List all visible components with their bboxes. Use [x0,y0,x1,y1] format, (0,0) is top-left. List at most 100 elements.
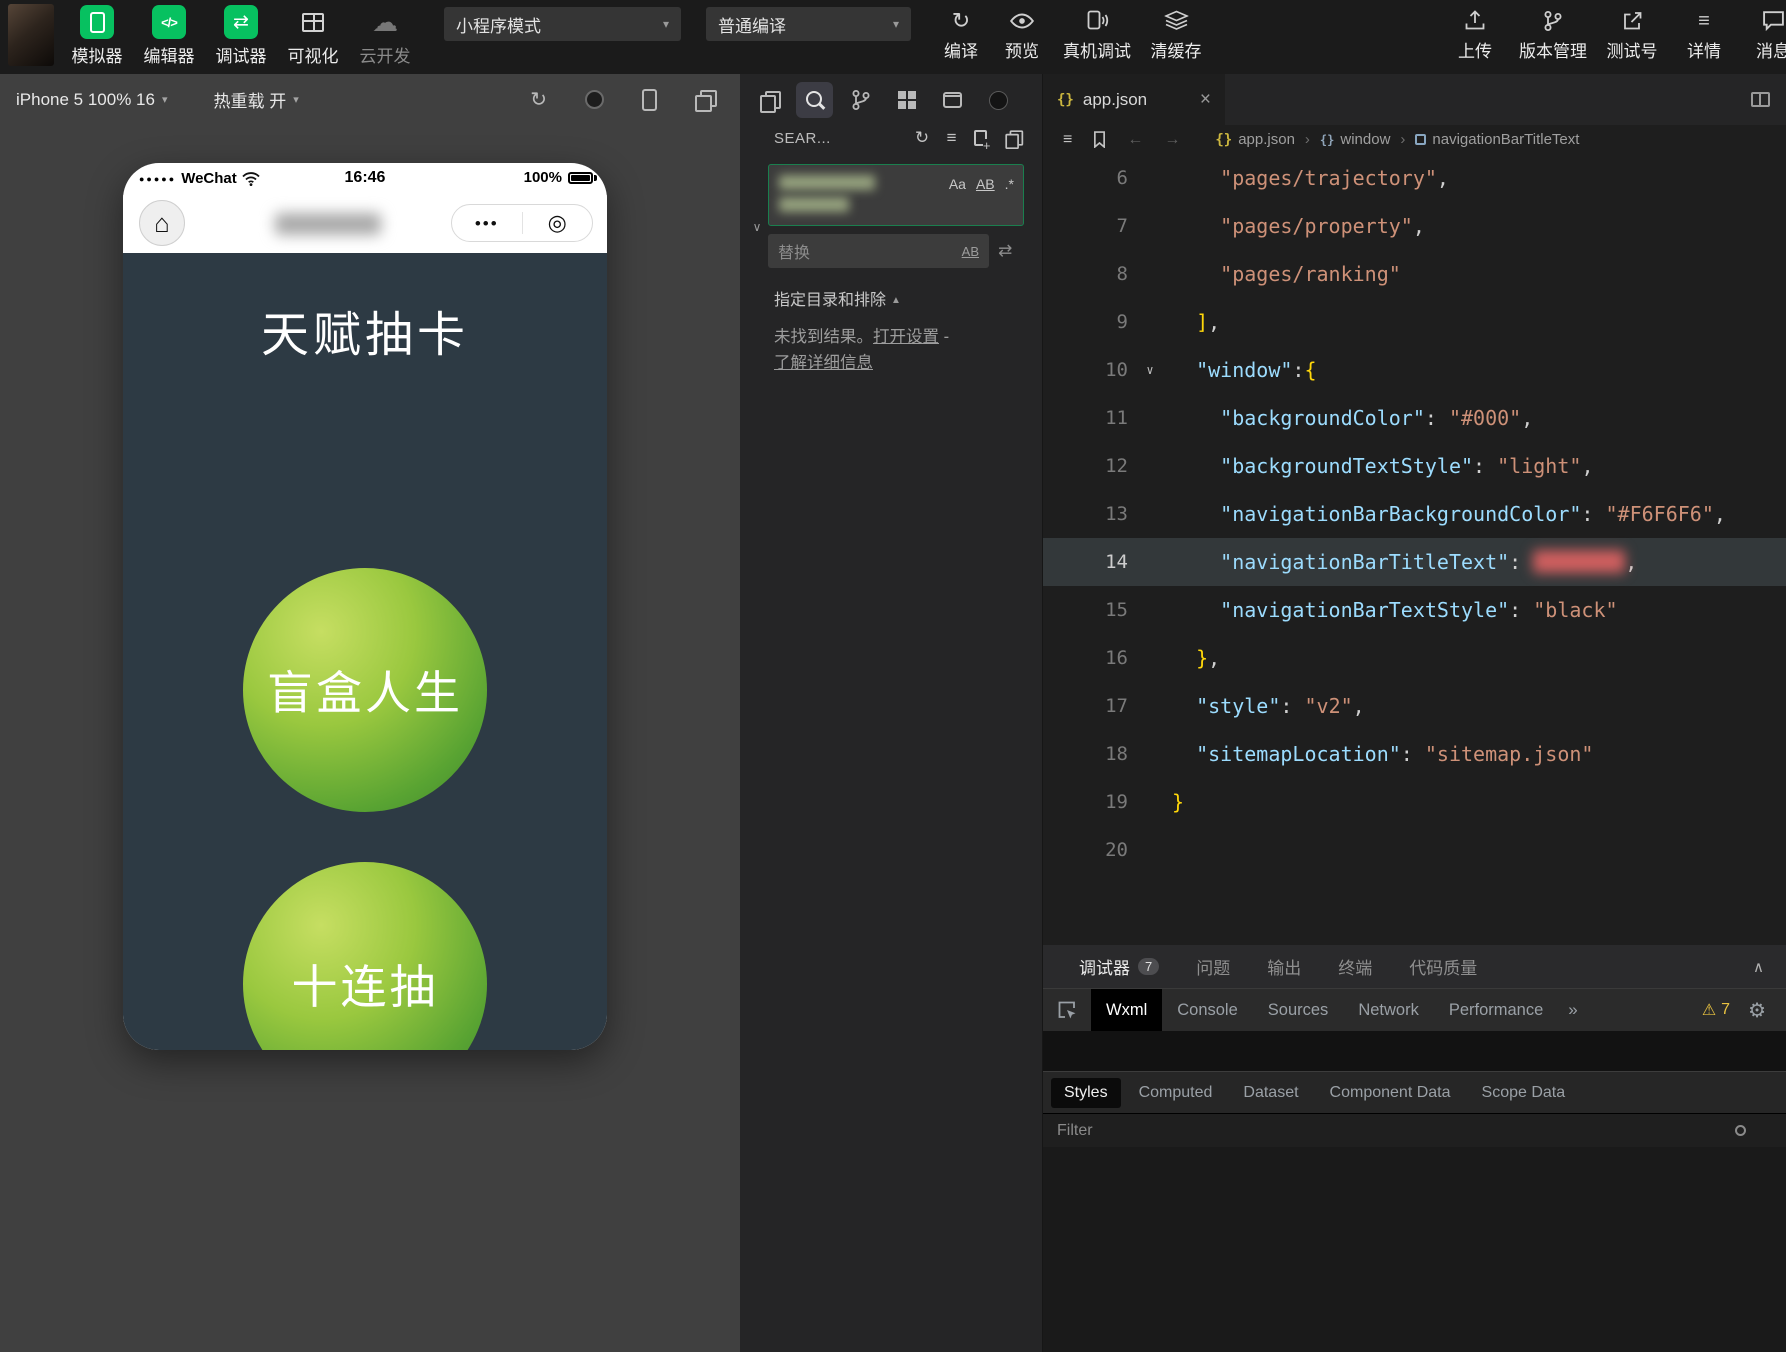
code-line-16[interactable]: 16 }, [1043,634,1786,682]
hot-reload-toggle[interactable]: 热重载 开 ▾ [213,87,298,112]
replace-all-icon[interactable]: ⇄ [998,241,1012,261]
tab-component-data[interactable]: Component Data [1317,1078,1464,1108]
open-settings-link[interactable]: 打开设置 [873,328,939,346]
fold-chevron-icon[interactable]: ∨ [1128,363,1172,377]
preserve-case-button[interactable]: AB [962,244,979,259]
new-search-editor-icon[interactable] [974,130,987,146]
multi-window-icon[interactable] [695,90,714,109]
collapse-results-icon[interactable] [1004,129,1022,147]
toolbar-visualize-button[interactable]: 可视化 [277,5,349,67]
code-line-20[interactable]: 20 [1043,826,1786,874]
styles-filter-input[interactable]: Filter [1043,1113,1786,1147]
code-line-10[interactable]: 10∨ "window":{ [1043,346,1786,394]
search-input[interactable]: Aa AB .* [768,164,1024,226]
toolbar-preview-button[interactable]: 预览 [1005,7,1039,62]
record-icon[interactable] [585,90,604,109]
styles-tab-bar: StylesComputedDatasetComponent DataScope… [1043,1072,1786,1113]
window-preview-icon[interactable] [934,82,971,118]
code-line-6[interactable]: 6 "pages/trajectory", [1043,154,1786,202]
source-control-icon[interactable] [842,82,879,118]
device-frame-icon[interactable] [642,89,657,111]
output-tab[interactable]: 输出 [1267,954,1301,979]
refresh-simulator-icon[interactable]: ↻ [530,87,547,112]
tab-dataset[interactable]: Dataset [1230,1078,1311,1108]
pseudo-class-toggle-icon[interactable] [1735,1125,1746,1136]
whole-word-button[interactable]: AB [976,176,995,192]
inspect-element-icon[interactable] [1057,1000,1077,1020]
debugger-tab[interactable]: 调试器7 [1079,954,1159,979]
devtools-settings-icon[interactable]: ⚙ [1748,998,1766,1023]
home-button[interactable]: ⌂ [139,200,185,246]
tab-network[interactable]: Network [1343,989,1434,1031]
user-avatar[interactable] [8,4,54,66]
collapse-panel-icon[interactable]: ∧ [1753,958,1764,976]
refresh-search-icon[interactable]: ↻ [915,128,930,148]
toolbar-remote-debug-button[interactable]: 真机调试 [1063,7,1131,62]
code-editor[interactable]: 6 "pages/trajectory",7 "pages/property",… [1043,154,1786,874]
split-editor-icon[interactable] [1751,92,1770,107]
code-line-17[interactable]: 17 "style": "v2", [1043,682,1786,730]
tab-console[interactable]: Console [1162,989,1253,1031]
toolbar-simulator-button[interactable]: 模拟器 [61,5,133,67]
close-tab-icon[interactable]: × [1200,89,1211,111]
regex-button[interactable]: .* [1005,176,1014,192]
explorer-files-icon[interactable] [750,82,787,118]
code-line-11[interactable]: 11 "backgroundColor": "#000", [1043,394,1786,442]
warnings-indicator[interactable]: ⚠7 [1702,1000,1730,1020]
breadcrumb-file[interactable]: app.json [1238,131,1295,148]
breadcrumb-node[interactable]: window [1340,131,1390,148]
simulator-tools: ↻ [530,87,714,112]
search-icon[interactable] [796,82,833,118]
code-line-18[interactable]: 18 "sitemapLocation": "sitemap.json" [1043,730,1786,778]
device-select[interactable]: iPhone 5 100% 16 ▾ [16,90,167,110]
mode-select-dropdown[interactable]: 小程序模式 ▾ [444,7,681,41]
more-tabs-icon[interactable]: » [1558,1000,1587,1020]
toolbar-test-account-button[interactable]: 测试号 [1607,7,1658,62]
tab-computed[interactable]: Computed [1126,1078,1226,1108]
more-menu-icon[interactable]: ••• [452,215,522,232]
toolbar-compile-button[interactable]: ↻编译 [944,7,978,62]
code-line-9[interactable]: 9 ], [1043,298,1786,346]
terminal-tab[interactable]: 终端 [1338,954,1372,979]
code-line-14[interactable]: 14 "navigationBarTitleText": , [1043,538,1786,586]
plugin-icon[interactable] [980,82,1017,118]
tab-sources[interactable]: Sources [1253,989,1344,1031]
extensions-icon[interactable] [888,82,925,118]
gacha-button-2[interactable]: 十连抽 [243,862,487,1050]
tab-styles[interactable]: Styles [1051,1078,1121,1108]
bookmark-icon[interactable] [1093,131,1106,148]
toggle-replace-icon[interactable]: ∨ [746,220,768,268]
nav-forward-icon[interactable]: → [1164,131,1180,149]
close-target-icon[interactable]: ◎ [523,212,593,234]
toolbar-clear-cache-button[interactable]: 清缓存 [1151,7,1202,62]
toolbar-upload-button[interactable]: 上传 [1458,7,1492,62]
tab-app-json[interactable]: {} app.json × [1043,74,1225,125]
breadcrumb-leaf[interactable]: navigationBarTitleText [1432,131,1579,148]
code-line-19[interactable]: 19} [1043,778,1786,826]
code-line-15[interactable]: 15 "navigationBarTextStyle": "black" [1043,586,1786,634]
learn-more-link[interactable]: 了解详细信息 [774,354,873,372]
toolbar-debugger-button[interactable]: ⇄调试器 [205,5,277,67]
code-line-12[interactable]: 12 "backgroundTextStyle": "light", [1043,442,1786,490]
toolbar-details-button[interactable]: ≡详情 [1687,7,1721,62]
toolbar-messages-button[interactable]: 消息 [1756,7,1786,62]
replace-input[interactable]: 替换 AB [768,234,989,268]
tab-wxml[interactable]: Wxml [1091,989,1162,1031]
nav-back-icon[interactable]: ← [1127,131,1143,149]
match-case-button[interactable]: Aa [949,176,966,192]
tab-scope-data[interactable]: Scope Data [1469,1078,1579,1108]
code-line-7[interactable]: 7 "pages/property", [1043,202,1786,250]
tab-performance[interactable]: Performance [1434,989,1558,1031]
compile-select-dropdown[interactable]: 普通编译 ▾ [706,7,911,41]
code-quality-tab[interactable]: 代码质量 [1409,954,1477,979]
toolbar-cloud-dev-button[interactable]: ☁云开发 [349,5,421,67]
toolbar-version-button[interactable]: 版本管理 [1519,7,1587,62]
gacha-button-1[interactable]: 盲盒人生 [243,568,487,812]
problems-tab[interactable]: 问题 [1196,954,1230,979]
search-details-toggle[interactable]: 指定目录和排除▲ [740,268,1042,310]
code-line-8[interactable]: 8 "pages/ranking" [1043,250,1786,298]
code-line-13[interactable]: 13 "navigationBarBackgroundColor": "#F6F… [1043,490,1786,538]
outline-icon[interactable]: ≡ [1063,131,1072,149]
clear-results-icon[interactable]: ≡ [947,128,957,148]
toolbar-editor-button[interactable]: </>编辑器 [133,5,205,67]
